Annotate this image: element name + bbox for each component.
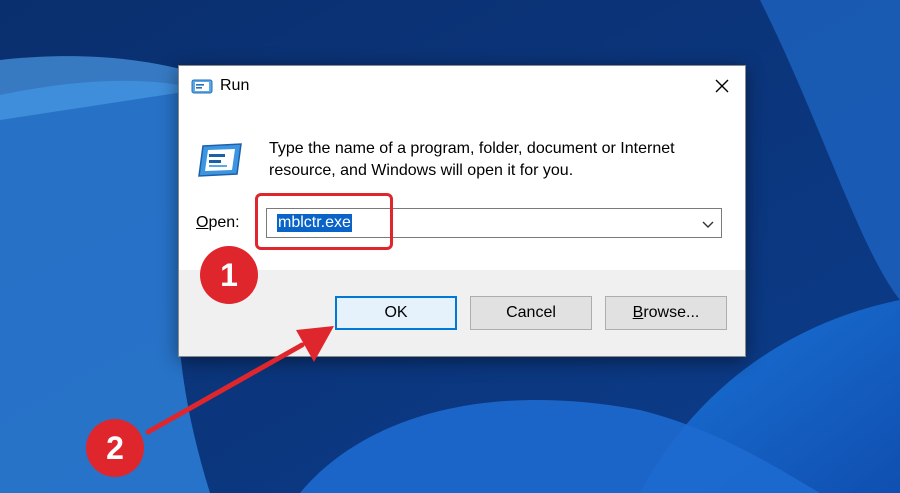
ok-button[interactable]: OK	[335, 296, 457, 330]
open-label-text: pen:	[208, 214, 240, 231]
close-icon	[715, 79, 729, 93]
chevron-down-icon[interactable]	[701, 217, 715, 229]
step-2-badge: 2	[86, 419, 144, 477]
dialog-title: Run	[220, 77, 250, 94]
step-1-badge: 1	[200, 246, 258, 304]
dialog-description: Type the name of a program, folder, docu…	[269, 140, 675, 179]
browse-button[interactable]: Browse...	[605, 296, 727, 330]
close-button[interactable]	[699, 66, 745, 106]
browse-label: rowse...	[643, 304, 700, 321]
input-highlight-annotation	[255, 193, 393, 250]
run-dialog: Run Type the name of a program, folder, …	[178, 65, 746, 357]
open-label-mnemonic: O	[196, 214, 209, 231]
cancel-button[interactable]: Cancel	[470, 296, 592, 330]
title-bar[interactable]: Run	[179, 66, 745, 106]
open-label: Open:	[196, 214, 240, 232]
button-bar: OK Cancel Browse...	[179, 270, 745, 356]
browse-mnemonic: B	[632, 304, 644, 321]
run-program-icon	[197, 140, 243, 180]
run-icon	[191, 77, 213, 95]
